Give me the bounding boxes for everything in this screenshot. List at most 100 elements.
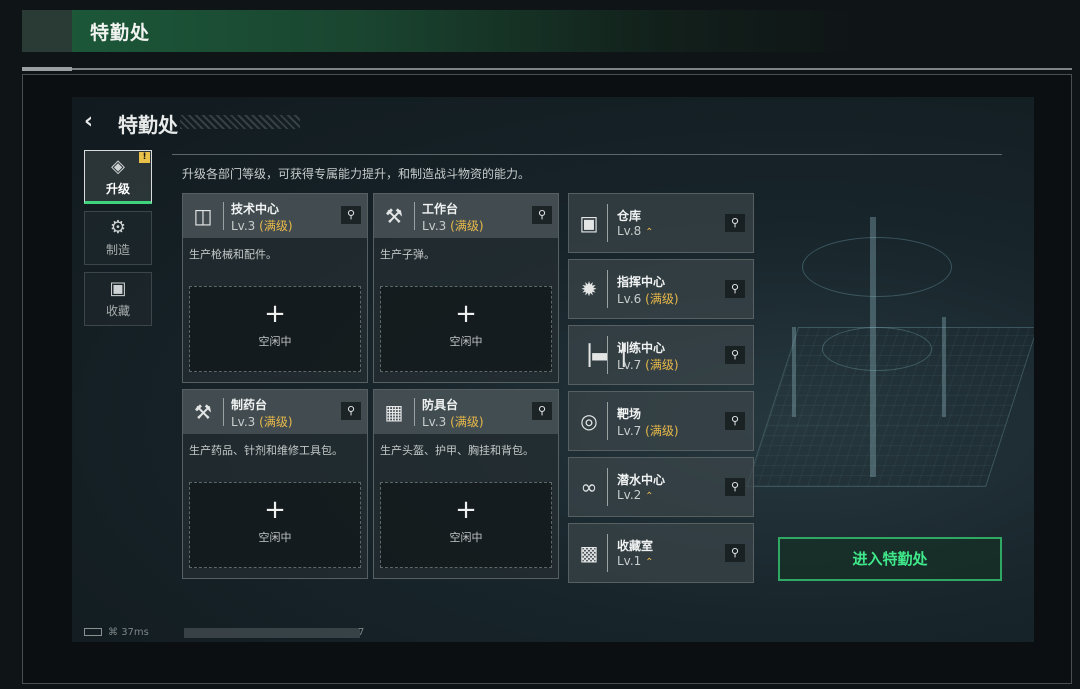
plus-icon: + [455,495,477,525]
magnifier-icon[interactable]: ⚲ [725,346,745,364]
max-level-tag: (满级) [645,358,679,372]
magnifier-icon[interactable]: ⚲ [725,412,745,430]
building-shooting-range[interactable]: ◎ 靶场 Lv.7 (满级) ⚲ [568,391,754,451]
training-dumbbell-icon: ▕▬▕ [575,343,625,367]
production-slot[interactable]: + 空闲中 [380,286,552,372]
hologram-tower [792,327,796,417]
workstation-card-workbench[interactable]: ⚒ 工作台 Lv.3 (满级) ⚲ 生产子弹。 + 空闲中 [373,193,559,383]
magnifier-icon[interactable]: ⚲ [341,206,361,224]
header-separator [607,468,608,506]
building-collection-room[interactable]: ▩ 收藏室 Lv.1 ⌃ ⚲ [568,523,754,583]
card-level: Lv.3 (满级) [422,413,484,430]
workstation-card-armor-bench[interactable]: ▦ 防具台 Lv.3 (满级) ⚲ 生产头盔、护甲、胸挂和背包。 + 空闲中 [373,389,559,579]
collection-icon: ▣ [109,278,127,299]
level-value: Lv.2 [617,488,642,502]
slot-state: 空闲中 [258,335,292,348]
description-text: 升级各部门等级，可获得专属能力提升，和制造战斗物资的能力。 [182,167,531,181]
building-name: 靶场 [617,407,642,421]
building-training-center[interactable]: ▕▬▕ 训练中心 Lv.7 (满级) ⚲ [568,325,754,385]
building-name: 训练中心 [617,341,666,355]
card-name: 工作台 [422,202,459,216]
header-separator [607,534,608,572]
card-header: ⚒ 制药台 Lv.3 (满级) ⚲ [183,390,367,434]
tab-collection[interactable]: ▣ 收藏 [84,272,152,326]
screen-title: 特勤处 [118,113,178,137]
building-level: Lv.1 ⌃ [617,554,654,568]
header-separator [414,202,415,230]
level-value: Lv.1 [617,554,642,568]
max-level-tag: (满级) [450,219,484,233]
header-separator [223,202,224,230]
enter-special-ops-button[interactable]: 进入特勤处 [778,537,1002,581]
magnifier-icon[interactable]: ⚲ [725,280,745,298]
tech-center-icon: ◫ [193,204,213,228]
card-description: 生产子弹。 [380,248,435,261]
card-header: ◫ 技术中心 Lv.3 (满级) ⚲ [183,194,367,238]
magnifier-icon[interactable]: ⚲ [532,206,552,224]
building-level: Lv.7 (满级) [617,422,679,439]
building-command-center[interactable]: ✹ 指挥中心 Lv.6 (满级) ⚲ [568,259,754,319]
building-name: 收藏室 [617,539,654,553]
card-description: 生产枪械和配件。 [189,248,277,261]
card-header: ⚒ 工作台 Lv.3 (满级) ⚲ [374,194,558,238]
level-value: Lv.3 [231,415,256,429]
tab-label: 制造 [105,243,130,257]
magnifier-icon[interactable]: ⚲ [532,402,552,420]
building-diving-center[interactable]: ∞ 潜水中心 Lv.2 ⌃ ⚲ [568,457,754,517]
level-value: Lv.3 [422,219,447,233]
level-value: Lv.8 [617,224,642,238]
header-separator [607,270,608,308]
level-value: Lv.3 [231,219,256,233]
level-value: Lv.7 [617,424,642,438]
title-hatch [180,115,300,129]
upgrade-chevron-icon: ⌃ [645,557,654,568]
production-slot[interactable]: + 空闲中 [189,286,361,372]
pharmacy-icon: ⚒ [194,400,212,424]
card-name: 防具台 [422,398,459,412]
workstation-card-tech-center[interactable]: ◫ 技术中心 Lv.3 (满级) ⚲ 生产枪械和配件。 + 空闲中 [182,193,368,383]
hologram-tower [870,217,876,477]
building-name: 仓库 [617,209,642,223]
status-readout: ⌘ 37ms [84,627,149,638]
card-description: 生产头盔、护甲、胸挂和背包。 [380,444,534,457]
tab-craft[interactable]: ⚙ 制造 [84,211,152,265]
building-level: Lv.6 (满级) [617,290,679,307]
tab-label: 收藏 [105,304,130,318]
magnifier-icon[interactable]: ⚲ [725,478,745,496]
card-name: 技术中心 [231,202,280,216]
building-name: 潜水中心 [617,473,666,487]
level-value: Lv.7 [617,358,642,372]
level-value: Lv.3 [422,415,447,429]
upgrade-chevron-icon: ⌃ [645,227,654,238]
magnifier-icon[interactable]: ⚲ [725,214,745,232]
level-value: Lv.6 [617,292,642,306]
production-slot[interactable]: + 空闲中 [189,482,361,568]
max-level-tag: (满级) [450,415,484,429]
card-header: ▦ 防具台 Lv.3 (满级) ⚲ [374,390,558,434]
magnifier-icon[interactable]: ⚲ [725,544,745,562]
workbench-icon: ⚒ [385,204,403,228]
building-warehouse[interactable]: ▣ 仓库 Lv.8 ⌃ ⚲ [568,193,754,253]
tab-label: 升级 [105,182,130,196]
header-separator [607,402,608,440]
max-level-tag: (满级) [645,424,679,438]
header-banner-edge [22,10,72,52]
magnifier-icon[interactable]: ⚲ [341,402,361,420]
status-tail: 7 [358,627,365,638]
card-level: Lv.3 (满级) [422,217,484,234]
target-icon: ◎ [580,409,598,433]
plus-icon: + [264,495,286,525]
slot-state: 空闲中 [449,335,483,348]
section-divider [172,154,1002,155]
game-screen: ‹ 特勤处 ◈ 升级 ! ⚙ 制造 ▣ 收藏 升级各部门等级，可获得专属能力提升… [72,97,1034,642]
building-level: Lv.8 ⌃ [617,224,654,238]
production-slot[interactable]: + 空闲中 [380,482,552,568]
diving-goggles-icon: ∞ [580,475,598,499]
back-arrow-icon[interactable]: ‹ [84,111,106,133]
status-bar-strip [184,628,360,638]
workstation-card-pharmacy[interactable]: ⚒ 制药台 Lv.3 (满级) ⚲ 生产药品、针剂和维修工具包。 + 空闲中 [182,389,368,579]
header-separator [607,204,608,242]
max-level-tag: (满级) [259,415,293,429]
tab-upgrade[interactable]: ◈ 升级 ! [84,150,152,204]
gear-icon: ⚙ [109,217,127,238]
